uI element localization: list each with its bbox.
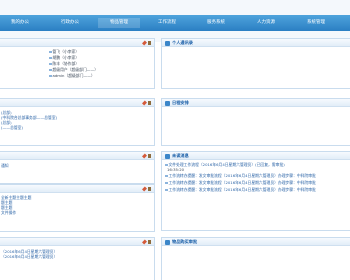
unread-messages-panel: 未读消息 文件处理工作流程（2016年6月4日星期六管理员）(已回复，需审批) …: [161, 151, 350, 231]
message-text[interactable]: 工作流转办提醒：发文审批流程（2016年6月4日星期六管理员）办理步骤：中科院审…: [169, 187, 316, 192]
user-label: admin（超级部门——）: [52, 73, 95, 78]
list-item[interactable]: admin（超级部门——）: [49, 73, 95, 78]
nav-item-workflow[interactable]: 工作流程: [146, 18, 188, 28]
nav-item-hr[interactable]: 人力资源: [244, 18, 288, 28]
panel-header: [0, 39, 154, 47]
pin-icon[interactable]: [142, 40, 147, 46]
documents-panel: （2016年6月4日星期六管理员） （2016年6月4日星期六管理员）: [0, 237, 155, 280]
cart-icon: [165, 239, 170, 245]
department-panel: (总部) (中科院合总部事务部——总管室) (总部) (——总管室): [0, 98, 155, 146]
list-item[interactable]: 通知: [1, 163, 9, 168]
panel-tools: [142, 153, 151, 159]
close-icon[interactable]: [148, 154, 151, 158]
list-item[interactable]: 超级用户（超级部门——）: [49, 67, 98, 72]
message-row[interactable]: 工作流转办提醒：发文审批流程（2016年6月4日星期六管理员）办理步骤：中科院审…: [165, 187, 316, 192]
message-text[interactable]: 文件处理工作流程（2016年6月4日星期六管理员）(已回复，需审批): [169, 162, 285, 167]
mail-icon: [165, 153, 170, 159]
panel-title: 日程安排: [172, 100, 189, 105]
message-row[interactable]: 工作流转办提醒：发文审批流程（2016年6月4日星期六管理员）办理步骤：中科院审…: [165, 173, 316, 178]
nav-item-system[interactable]: 系统管理: [292, 18, 340, 28]
panel-header: [0, 152, 154, 160]
pin-icon[interactable]: [142, 186, 147, 192]
panel-header: [0, 99, 154, 107]
item-purchase-panel: 物品购买审批: [161, 237, 350, 280]
user-icon: [49, 68, 52, 72]
nav-item-goods[interactable]: 物品管理: [98, 18, 140, 28]
user-label: 超级用户（超级部门——）: [52, 67, 99, 72]
pin-icon[interactable]: [142, 153, 147, 159]
panel-tools: [142, 239, 151, 245]
user-label: 胡鹏（小李家）: [52, 55, 80, 60]
user-icon: [49, 62, 52, 66]
panel-header: [0, 185, 154, 193]
notice-panel: 通知: [0, 151, 155, 184]
message-icon: [165, 163, 168, 167]
list-item[interactable]: 管飞（小李家）: [49, 49, 79, 54]
close-icon[interactable]: [148, 187, 151, 191]
address-book-panel: 个人通讯录: [161, 38, 350, 89]
close-icon[interactable]: [148, 41, 151, 45]
message-time: 16:35:20: [167, 167, 185, 172]
nav-item-my-office[interactable]: 我的办公: [0, 18, 40, 28]
user-label: 管飞（小李家）: [52, 49, 80, 54]
pin-icon[interactable]: [142, 239, 147, 245]
panel-header: 物品购买审批: [162, 238, 350, 246]
panel-tools: [142, 40, 151, 46]
panel-header: 未读消息: [162, 152, 350, 160]
calendar-icon: [165, 100, 170, 106]
message-icon: [165, 188, 168, 192]
panel-tools: [142, 186, 151, 192]
list-item[interactable]: 文件操作: [1, 210, 16, 215]
list-item[interactable]: 胡鹏（小李家）: [49, 55, 79, 60]
user-icon: [49, 56, 52, 60]
themes-panel: 全新主题主题主题 题主题 题主题 文件操作: [0, 184, 155, 232]
list-item[interactable]: （2016年6月4日星期六管理员）: [1, 254, 57, 259]
close-icon[interactable]: [148, 101, 151, 105]
calendar-panel: 日程安排: [161, 98, 350, 146]
nav-item-services[interactable]: 服务系统: [194, 18, 238, 28]
panel-title: 物品购买审批: [172, 239, 198, 244]
message-text[interactable]: 工作流转办提醒：发文审批流程（2016年6月4日星期六管理员）办理步骤：中科院审…: [169, 180, 316, 185]
panel-header: 日程安排: [162, 99, 350, 107]
panel-title: 未读消息: [172, 153, 189, 158]
panel-header: 个人通讯录: [162, 39, 350, 47]
message-icon: [165, 174, 168, 178]
online-users-panel: 管飞（小李家） 胡鹏（小李家） 陈丰（协作部） 超级用户（超级部门——） adm…: [0, 38, 155, 89]
user-label: 陈丰（协作部）: [52, 61, 80, 66]
pin-icon[interactable]: [142, 100, 147, 106]
panel-header: [0, 238, 154, 246]
message-text[interactable]: 工作流转办提醒：发文审批流程（2016年6月4日星期六管理员）办理步骤：中科院审…: [169, 173, 316, 178]
close-icon[interactable]: [148, 240, 151, 244]
user-icon: [49, 50, 52, 54]
panel-tools: [142, 100, 151, 106]
main-nav: 我的办公 行政办公 物品管理 工作流程 服务系统 人力资源 系统管理: [0, 15, 350, 31]
message-row[interactable]: 工作流转办提醒：发文审批流程（2016年6月4日星期六管理员）办理步骤：中科院审…: [165, 180, 316, 185]
panel-title: 个人通讯录: [172, 40, 193, 45]
nav-item-admin-office[interactable]: 行政办公: [48, 18, 92, 28]
list-item[interactable]: (——总管室): [1, 125, 23, 130]
contacts-icon: [165, 40, 170, 46]
message-icon: [165, 181, 168, 185]
user-icon: [49, 74, 52, 78]
list-item[interactable]: 陈丰（协作部）: [49, 61, 79, 66]
